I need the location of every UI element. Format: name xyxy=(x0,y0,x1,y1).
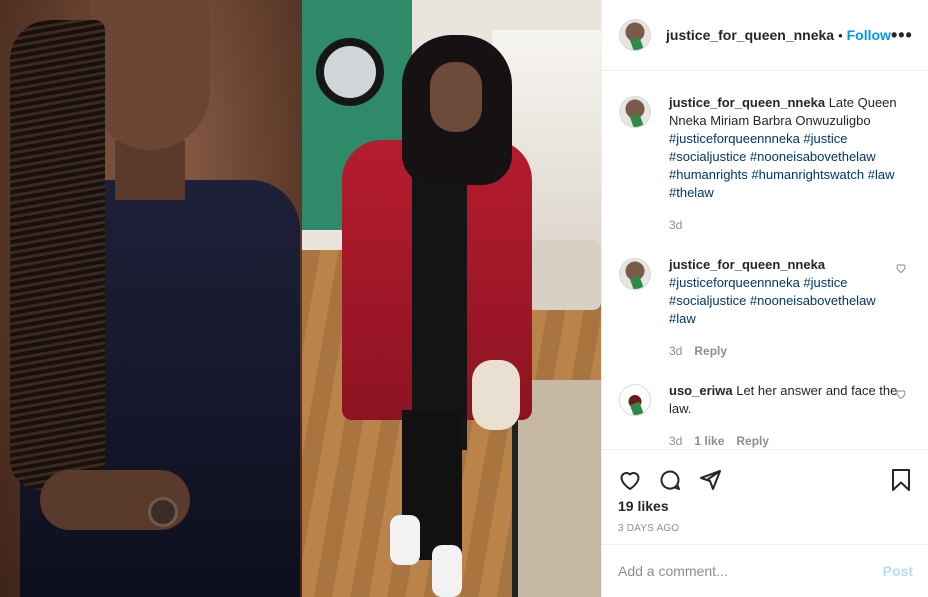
comment-meta: 3d 1 like Reply xyxy=(669,432,899,449)
list-item: uso_eriwa Let her answer and face the la… xyxy=(602,382,928,449)
heart-icon[interactable] xyxy=(895,262,907,274)
comment-input[interactable] xyxy=(618,563,883,579)
knit-bag xyxy=(472,360,520,430)
like-heart-icon[interactable] xyxy=(618,468,642,492)
avatar[interactable] xyxy=(619,19,651,51)
post-header: justice_for_queen_nneka • Follow ••• xyxy=(602,0,928,71)
post-timestamp[interactable]: 3 DAYS AGO xyxy=(602,523,928,534)
round-mirror xyxy=(316,38,384,106)
comments-list[interactable]: justice_for_queen_nneka Late Queen Nneka… xyxy=(602,72,928,449)
photo-woman-red-coat xyxy=(302,0,601,597)
caption-time[interactable]: 3d xyxy=(669,216,682,234)
face-shape xyxy=(90,0,210,150)
braids-shape xyxy=(10,20,105,490)
watch-shape xyxy=(148,497,178,527)
post-button[interactable]: Post xyxy=(883,563,913,579)
caption-body: justice_for_queen_nneka Late Queen Nneka… xyxy=(669,94,899,234)
share-send-icon[interactable] xyxy=(698,468,722,492)
avatar[interactable] xyxy=(619,384,651,416)
caption-hashtags[interactable]: #justiceforqueennneka #justice #socialju… xyxy=(669,131,894,200)
more-options-icon[interactable]: ••• xyxy=(891,25,913,46)
post-image[interactable] xyxy=(0,0,601,597)
header-username[interactable]: justice_for_queen_nneka xyxy=(666,27,834,43)
list-item: justice_for_queen_nneka #justiceforqueen… xyxy=(602,256,928,360)
comment-time[interactable]: 3d xyxy=(669,432,682,449)
comment-likes[interactable]: 1 like xyxy=(694,432,724,449)
black-top xyxy=(412,150,467,450)
photo-woman-blue-dress xyxy=(0,0,302,597)
post-actions: 19 likes 3 DAYS AGO xyxy=(602,449,928,544)
comment-username[interactable]: uso_eriwa xyxy=(669,383,733,398)
face-shape-2 xyxy=(430,62,482,132)
caption: justice_for_queen_nneka Late Queen Nneka… xyxy=(602,94,928,234)
comment-time[interactable]: 3d xyxy=(669,342,682,360)
avatar[interactable] xyxy=(619,96,651,128)
comment-hashtags[interactable]: #justiceforqueennneka #justice #socialju… xyxy=(669,275,876,326)
post-side-panel: justice_for_queen_nneka • Follow ••• jus… xyxy=(601,0,928,597)
comment-username[interactable]: justice_for_queen_nneka xyxy=(669,257,825,272)
follow-button[interactable]: Follow xyxy=(847,27,891,43)
caption-username[interactable]: justice_for_queen_nneka xyxy=(669,95,825,110)
separator-dot: • xyxy=(838,27,843,43)
reply-button[interactable]: Reply xyxy=(736,432,769,449)
heart-icon[interactable] xyxy=(895,388,907,400)
comment-body: uso_eriwa Let her answer and face the la… xyxy=(669,382,899,449)
reply-button[interactable]: Reply xyxy=(694,342,727,360)
sneaker-right xyxy=(432,545,462,597)
comment-bubble-icon[interactable] xyxy=(658,468,682,492)
comment-body: justice_for_queen_nneka #justiceforqueen… xyxy=(669,256,899,360)
sneaker-left xyxy=(390,515,420,565)
caption-meta: 3d xyxy=(669,216,899,234)
likes-count[interactable]: 19 likes xyxy=(602,498,928,514)
action-icons xyxy=(602,450,928,498)
avatar[interactable] xyxy=(619,258,651,290)
bookmark-icon[interactable] xyxy=(889,468,913,492)
add-comment-bar: Post xyxy=(602,544,928,597)
comment-meta: 3d Reply xyxy=(669,342,899,360)
sofa xyxy=(527,240,601,310)
